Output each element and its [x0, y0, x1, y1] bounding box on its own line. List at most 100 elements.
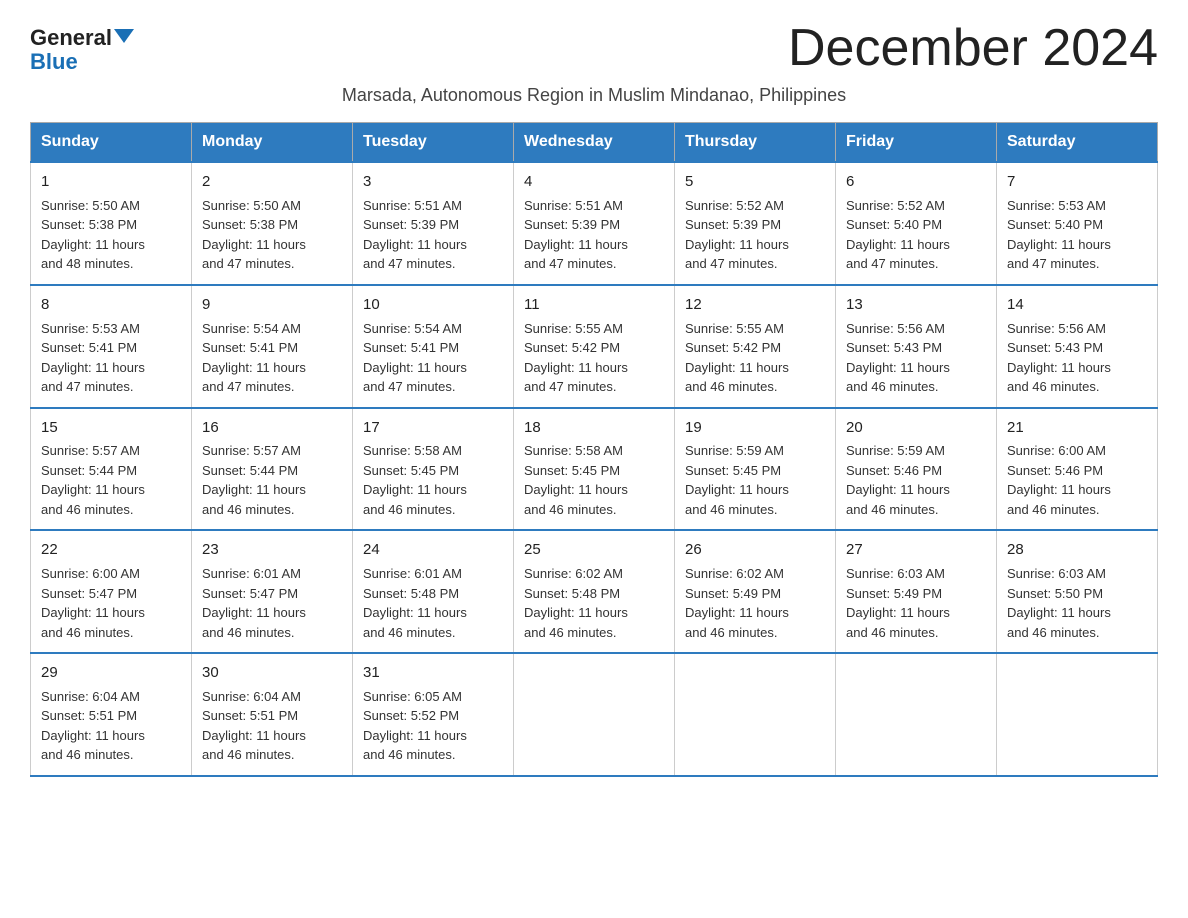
calendar-table: SundayMondayTuesdayWednesdayThursdayFrid…: [30, 122, 1158, 777]
calendar-cell: 23 Sunrise: 6:01 AM Sunset: 5:47 PM Dayli…: [192, 530, 353, 653]
day-info: Sunrise: 5:57 AM Sunset: 5:44 PM Dayligh…: [202, 441, 342, 519]
calendar-cell: 20Sunrise: 5:59 AM Sunset: 5:46 PM Dayli…: [836, 408, 997, 531]
day-number: 25: [524, 539, 664, 561]
day-info: Sunrise: 5:55 AM Sunset: 5:42 PM Dayligh…: [685, 319, 825, 397]
month-title: December 2024: [788, 20, 1158, 77]
calendar-cell: 28 Sunrise: 6:03 AM Sunset: 5:50 PM Dayli…: [997, 530, 1158, 653]
calendar-cell: 12 Sunrise: 5:55 AM Sunset: 5:42 PM Dayli…: [675, 285, 836, 408]
logo: General Blue: [30, 20, 134, 74]
calendar-cell: 31Sunrise: 6:05 AM Sunset: 5:52 PM Dayli…: [353, 653, 514, 776]
calendar-cell: 4 Sunrise: 5:51 AM Sunset: 5:39 PM Daylig…: [514, 162, 675, 285]
calendar-cell: 24 Sunrise: 6:01 AM Sunset: 5:48 PM Dayli…: [353, 530, 514, 653]
calendar-cell: 26 Sunrise: 6:02 AM Sunset: 5:49 PM Dayli…: [675, 530, 836, 653]
calendar-cell: 11 Sunrise: 5:55 AM Sunset: 5:42 PM Dayli…: [514, 285, 675, 408]
day-header-saturday: Saturday: [997, 123, 1158, 163]
day-info: Sunrise: 5:59 AM Sunset: 5:46 PM Dayligh…: [846, 441, 986, 519]
calendar-week-3: 15Sunrise: 5:57 AM Sunset: 5:44 PM Dayli…: [31, 408, 1158, 531]
calendar-cell: 19Sunrise: 5:59 AM Sunset: 5:45 PM Dayli…: [675, 408, 836, 531]
day-info: Sunrise: 6:04 AM Sunset: 5:51 PM Dayligh…: [202, 687, 342, 765]
day-info: Sunrise: 6:00 AM Sunset: 5:47 PM Dayligh…: [41, 564, 181, 642]
calendar-cell: 2Sunrise: 5:50 AM Sunset: 5:38 PM Daylig…: [192, 162, 353, 285]
day-info: Sunrise: 5:50 AM Sunset: 5:38 PM Dayligh…: [41, 196, 181, 274]
day-number: 2: [202, 171, 342, 193]
day-number: 17: [363, 417, 503, 439]
calendar-week-2: 8Sunrise: 5:53 AM Sunset: 5:41 PM Daylig…: [31, 285, 1158, 408]
day-number: 13: [846, 294, 986, 316]
day-number: 14: [1007, 294, 1147, 316]
day-info: Sunrise: 6:03 AM Sunset: 5:50 PM Dayligh…: [1007, 564, 1147, 642]
day-header-sunday: Sunday: [31, 123, 192, 163]
day-number: 6: [846, 171, 986, 193]
calendar-cell: 9 Sunrise: 5:54 AM Sunset: 5:41 PM Daylig…: [192, 285, 353, 408]
day-info: Sunrise: 6:02 AM Sunset: 5:49 PM Dayligh…: [685, 564, 825, 642]
calendar-cell: 21Sunrise: 6:00 AM Sunset: 5:46 PM Dayli…: [997, 408, 1158, 531]
day-number: 10: [363, 294, 503, 316]
calendar-cell: 27 Sunrise: 6:03 AM Sunset: 5:49 PM Dayli…: [836, 530, 997, 653]
day-number: 11: [524, 294, 664, 316]
calendar-cell: 5 Sunrise: 5:52 AM Sunset: 5:39 PM Daylig…: [675, 162, 836, 285]
calendar-cell: 6Sunrise: 5:52 AM Sunset: 5:40 PM Daylig…: [836, 162, 997, 285]
calendar-cell: 10Sunrise: 5:54 AM Sunset: 5:41 PM Dayli…: [353, 285, 514, 408]
day-info: Sunrise: 5:55 AM Sunset: 5:42 PM Dayligh…: [524, 319, 664, 397]
day-number: 9: [202, 294, 342, 316]
day-number: 27: [846, 539, 986, 561]
day-info: Sunrise: 6:04 AM Sunset: 5:51 PM Dayligh…: [41, 687, 181, 765]
calendar-cell: 1 Sunrise: 5:50 AM Sunset: 5:38 PM Daylig…: [31, 162, 192, 285]
calendar-cell: 14 Sunrise: 5:56 AM Sunset: 5:43 PM Dayli…: [997, 285, 1158, 408]
calendar-cell: 29Sunrise: 6:04 AM Sunset: 5:51 PM Dayli…: [31, 653, 192, 776]
day-number: 3: [363, 171, 503, 193]
day-number: 20: [846, 417, 986, 439]
calendar-cell: 25 Sunrise: 6:02 AM Sunset: 5:48 PM Dayli…: [514, 530, 675, 653]
day-info: Sunrise: 6:02 AM Sunset: 5:48 PM Dayligh…: [524, 564, 664, 642]
day-info: Sunrise: 5:58 AM Sunset: 5:45 PM Dayligh…: [524, 441, 664, 519]
day-number: 26: [685, 539, 825, 561]
day-number: 15: [41, 417, 181, 439]
day-number: 28: [1007, 539, 1147, 561]
day-number: 22: [41, 539, 181, 561]
calendar-week-4: 22 Sunrise: 6:00 AM Sunset: 5:47 PM Dayli…: [31, 530, 1158, 653]
day-info: Sunrise: 6:01 AM Sunset: 5:48 PM Dayligh…: [363, 564, 503, 642]
day-number: 7: [1007, 171, 1147, 193]
calendar-cell: 30Sunrise: 6:04 AM Sunset: 5:51 PM Dayli…: [192, 653, 353, 776]
day-header-friday: Friday: [836, 123, 997, 163]
logo-triangle-icon: [114, 29, 134, 43]
day-header-tuesday: Tuesday: [353, 123, 514, 163]
subtitle: Marsada, Autonomous Region in Muslim Min…: [30, 85, 1158, 106]
day-info: Sunrise: 6:00 AM Sunset: 5:46 PM Dayligh…: [1007, 441, 1147, 519]
day-header-thursday: Thursday: [675, 123, 836, 163]
day-number: 5: [685, 171, 825, 193]
day-info: Sunrise: 5:53 AM Sunset: 5:40 PM Dayligh…: [1007, 196, 1147, 274]
day-number: 1: [41, 171, 181, 193]
calendar-cell: [675, 653, 836, 776]
calendar-header-row: SundayMondayTuesdayWednesdayThursdayFrid…: [31, 123, 1158, 163]
day-info: Sunrise: 5:56 AM Sunset: 5:43 PM Dayligh…: [1007, 319, 1147, 397]
day-info: Sunrise: 5:51 AM Sunset: 5:39 PM Dayligh…: [363, 196, 503, 274]
day-info: Sunrise: 5:52 AM Sunset: 5:39 PM Dayligh…: [685, 196, 825, 274]
day-info: Sunrise: 5:57 AM Sunset: 5:44 PM Dayligh…: [41, 441, 181, 519]
day-header-monday: Monday: [192, 123, 353, 163]
day-number: 8: [41, 294, 181, 316]
calendar-cell: 15Sunrise: 5:57 AM Sunset: 5:44 PM Dayli…: [31, 408, 192, 531]
calendar-cell: 8Sunrise: 5:53 AM Sunset: 5:41 PM Daylig…: [31, 285, 192, 408]
calendar-cell: 22 Sunrise: 6:00 AM Sunset: 5:47 PM Dayli…: [31, 530, 192, 653]
day-number: 18: [524, 417, 664, 439]
day-number: 23: [202, 539, 342, 561]
calendar-cell: [514, 653, 675, 776]
day-info: Sunrise: 6:05 AM Sunset: 5:52 PM Dayligh…: [363, 687, 503, 765]
day-number: 4: [524, 171, 664, 193]
calendar-cell: [836, 653, 997, 776]
logo-general-text: General: [30, 26, 112, 50]
day-number: 12: [685, 294, 825, 316]
day-info: Sunrise: 6:01 AM Sunset: 5:47 PM Dayligh…: [202, 564, 342, 642]
page-header: General Blue December 2024: [30, 20, 1158, 77]
day-info: Sunrise: 6:03 AM Sunset: 5:49 PM Dayligh…: [846, 564, 986, 642]
day-info: Sunrise: 5:54 AM Sunset: 5:41 PM Dayligh…: [202, 319, 342, 397]
day-number: 19: [685, 417, 825, 439]
day-info: Sunrise: 5:51 AM Sunset: 5:39 PM Dayligh…: [524, 196, 664, 274]
day-number: 24: [363, 539, 503, 561]
day-info: Sunrise: 5:56 AM Sunset: 5:43 PM Dayligh…: [846, 319, 986, 397]
calendar-cell: [997, 653, 1158, 776]
day-header-wednesday: Wednesday: [514, 123, 675, 163]
day-number: 16: [202, 417, 342, 439]
calendar-cell: 16Sunrise: 5:57 AM Sunset: 5:44 PM Dayli…: [192, 408, 353, 531]
